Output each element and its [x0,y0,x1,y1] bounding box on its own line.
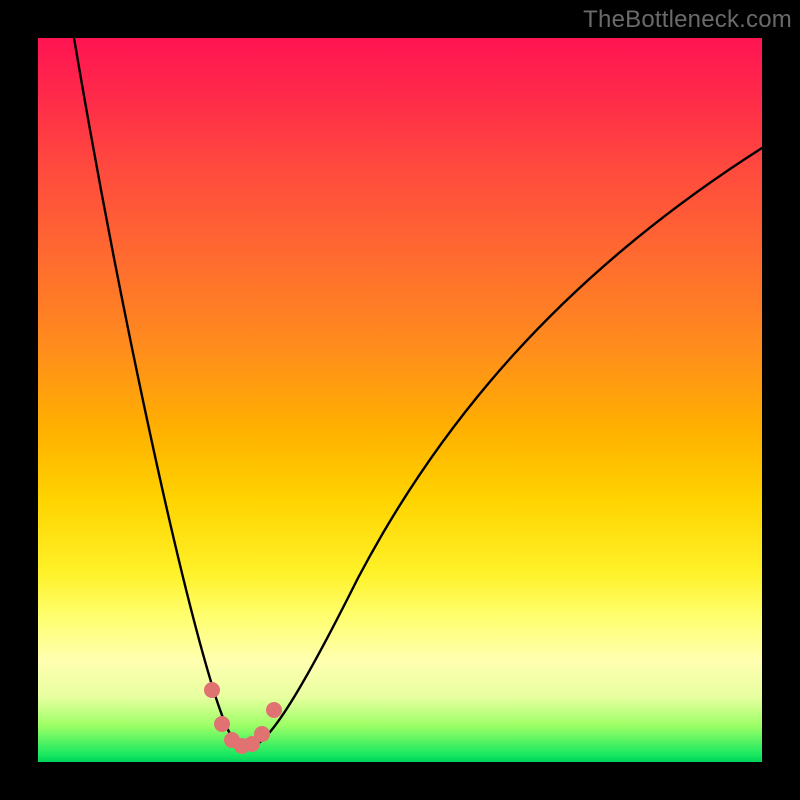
marker-point [254,726,270,742]
marker-point [214,716,230,732]
curve-markers [204,682,282,754]
watermark-text: TheBottleneck.com [583,6,792,34]
marker-point [204,682,220,698]
outer-frame: TheBottleneck.com [0,0,800,800]
bottleneck-curve-svg [38,38,762,762]
gradient-plot-area [38,38,762,762]
bottleneck-curve [74,38,762,747]
marker-point [266,702,282,718]
